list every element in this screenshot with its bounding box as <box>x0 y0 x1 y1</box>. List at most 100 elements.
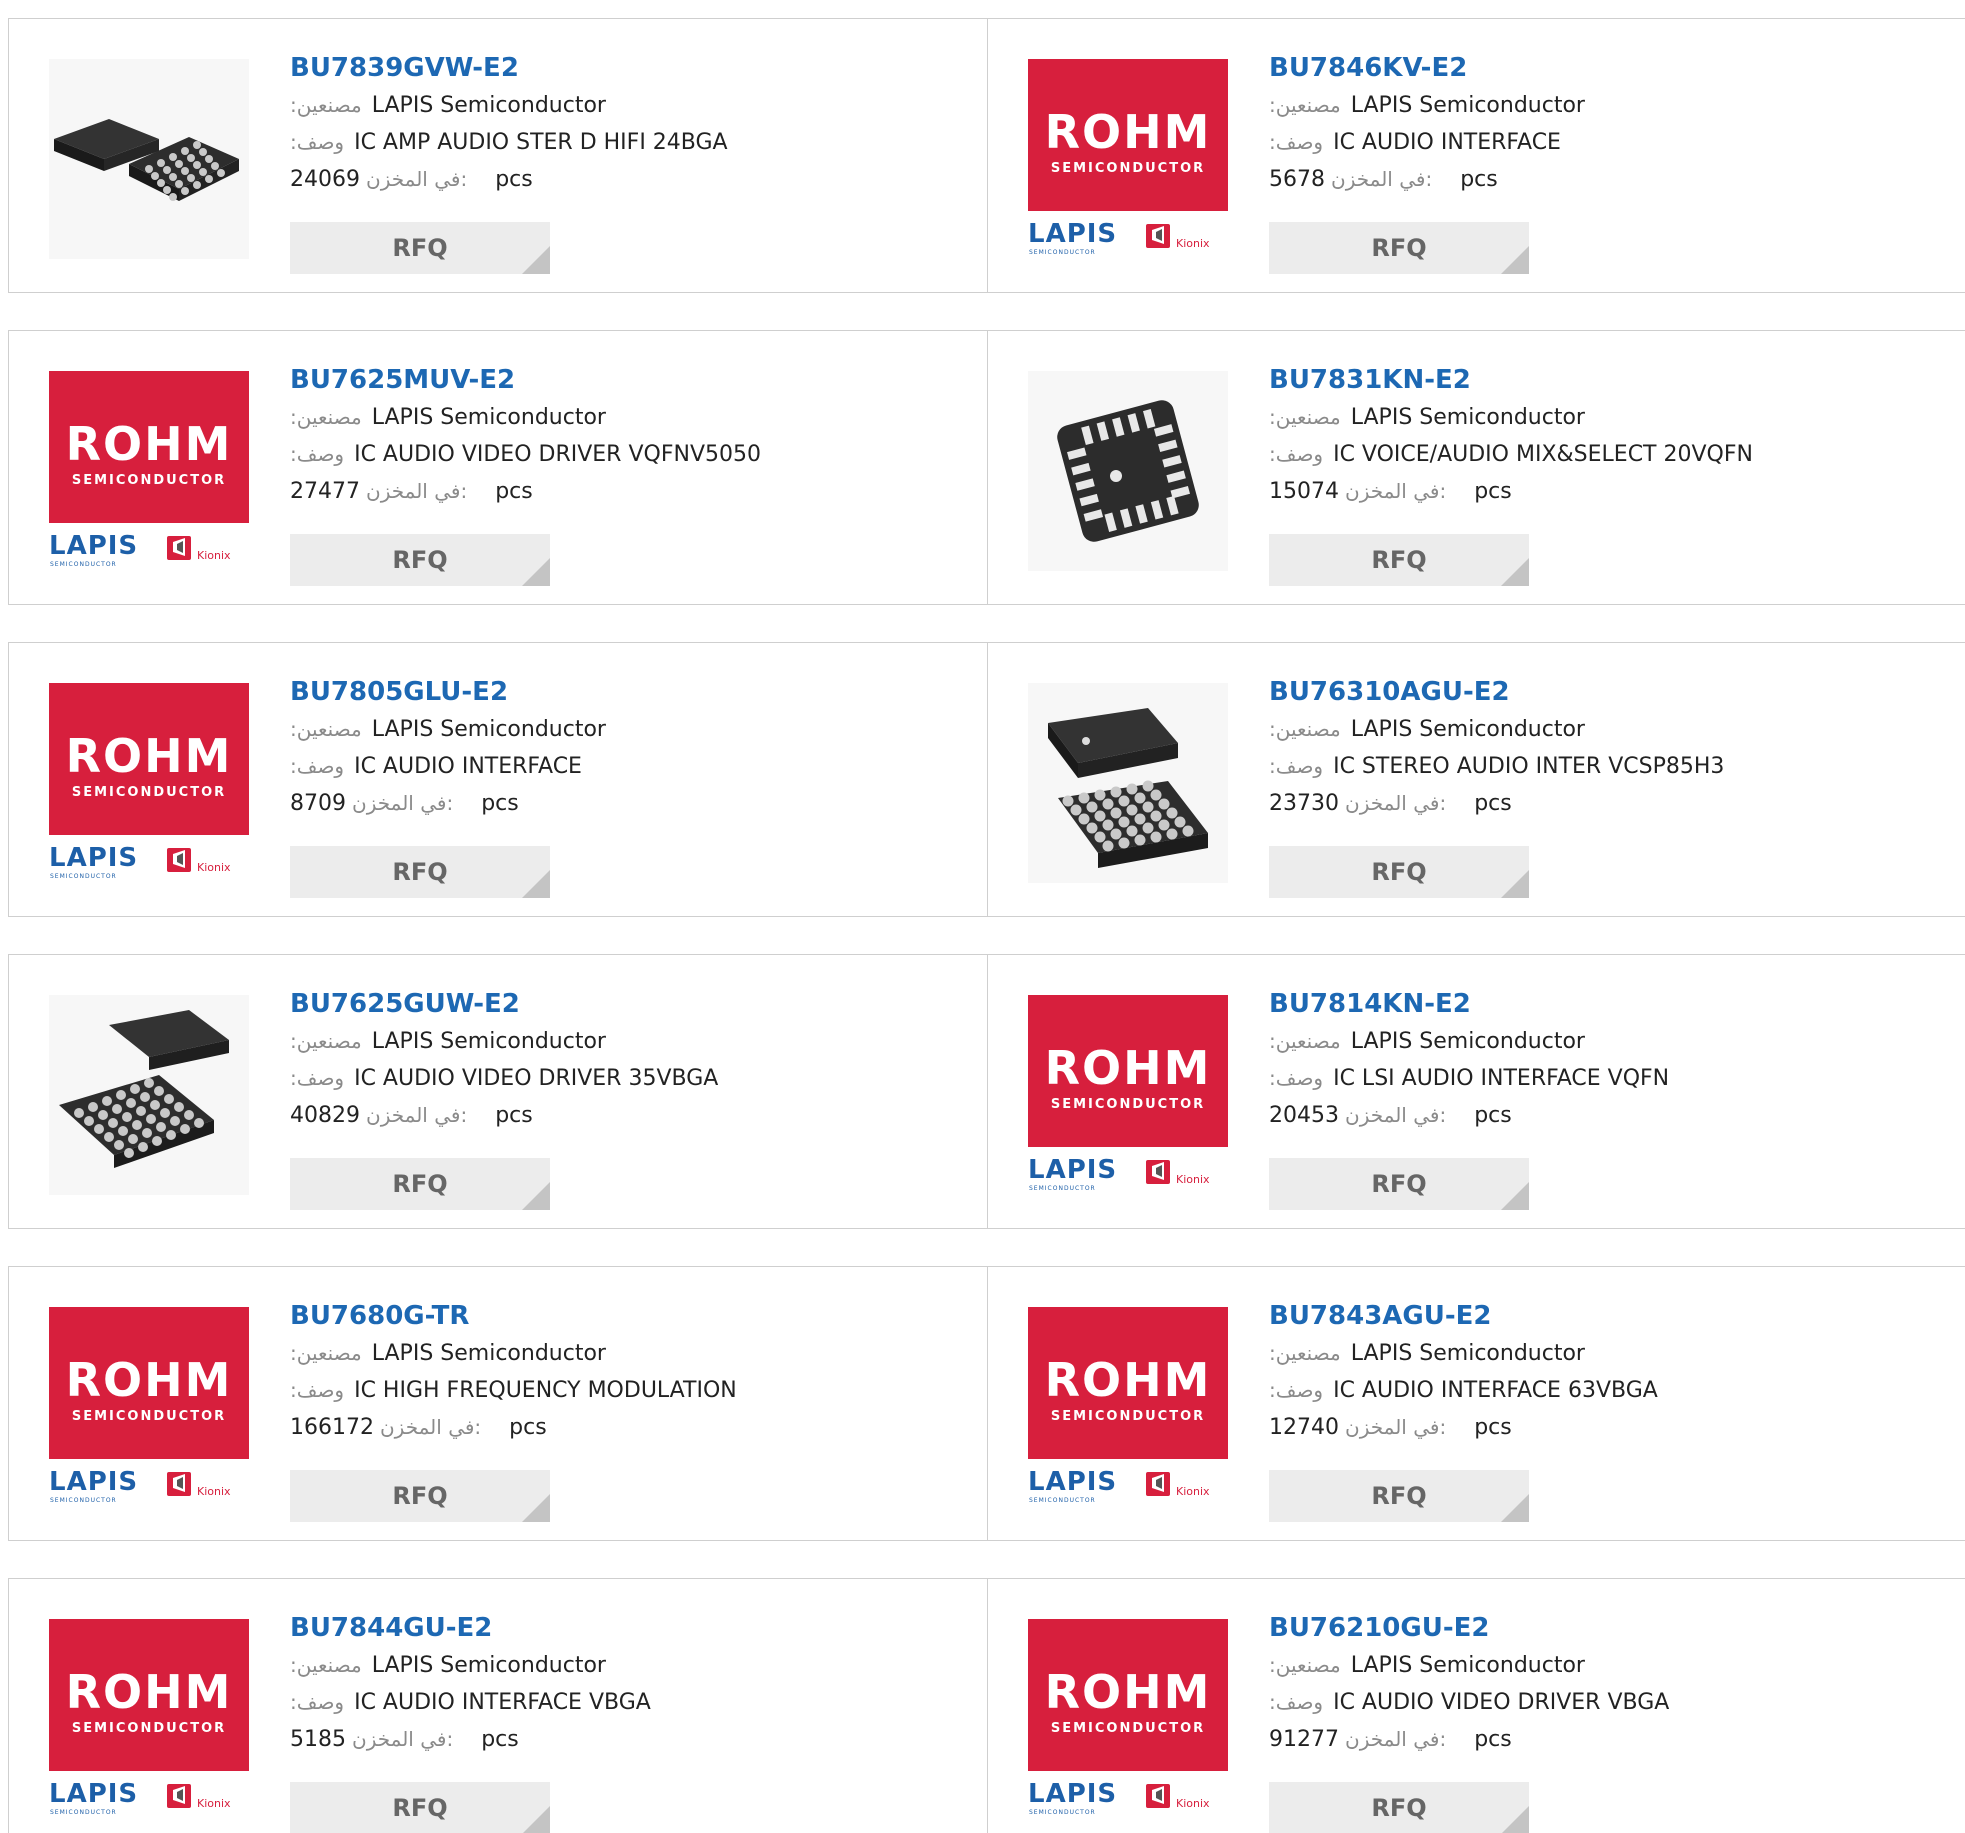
rfq-label: RFQ <box>1371 858 1427 886</box>
part-number-link[interactable]: BU7843AGU-E2 <box>1269 1297 1929 1335</box>
description-label: :وصف <box>290 754 345 778</box>
product-image[interactable]: ROHM SEMICONDUCTOR LAPIS SEMICONDUCTOR K… <box>1028 1619 1228 1819</box>
product-image[interactable] <box>1028 371 1228 571</box>
stock-value: 5678 <box>1269 167 1325 192</box>
stock-label: في المخزن: <box>352 791 454 815</box>
manufacturer-line: :مصنعين LAPIS Semiconductor <box>1269 1023 1929 1060</box>
part-number-link[interactable]: BU7831KN-E2 <box>1269 361 1929 399</box>
product-image[interactable] <box>49 995 249 1195</box>
rohm-lapis-logo: ROHM SEMICONDUCTOR LAPIS SEMICONDUCTOR K… <box>49 683 249 883</box>
rfq-button[interactable]: RFQ <box>290 222 550 274</box>
part-number-link[interactable]: BU7625MUV-E2 <box>290 361 950 399</box>
product-info: BU7680G-TR :مصنعين LAPIS Semiconductor :و… <box>290 1297 950 1446</box>
manufacturer-value: LAPIS Semiconductor <box>1350 1653 1585 1678</box>
description-line: :وصف IC VOICE/AUDIO MIX&SELECT 20VQFN <box>1269 436 1929 473</box>
rfq-label: RFQ <box>392 858 448 886</box>
product-image[interactable]: ROHM SEMICONDUCTOR LAPIS SEMICONDUCTOR K… <box>49 371 249 571</box>
rfq-button[interactable]: RFQ <box>1269 1782 1529 1833</box>
part-number-link[interactable]: BU76210GU-E2 <box>1269 1609 1929 1647</box>
product-image[interactable] <box>49 59 249 259</box>
manufacturer-label: :مصنعين <box>1269 717 1341 741</box>
manufacturer-label: :مصنعين <box>290 1029 362 1053</box>
product-image[interactable]: ROHM SEMICONDUCTOR LAPIS SEMICONDUCTOR K… <box>49 1307 249 1507</box>
part-number-link[interactable]: BU7625GUW-E2 <box>290 985 950 1023</box>
rfq-button[interactable]: RFQ <box>290 1470 550 1522</box>
rfq-label: RFQ <box>1371 1794 1427 1822</box>
manufacturer-label: :مصنعين <box>290 405 362 429</box>
rfq-corner-decoration <box>522 870 550 898</box>
part-number-link[interactable]: BU7814KN-E2 <box>1269 985 1929 1023</box>
product-info: BU7844GU-E2 :مصنعين LAPIS Semiconductor :… <box>290 1609 950 1758</box>
manufacturer-label: :مصنعين <box>290 1653 362 1677</box>
description-value: IC AUDIO INTERFACE <box>1333 130 1561 155</box>
rohm-lapis-logo: ROHM SEMICONDUCTOR LAPIS SEMICONDUCTOR K… <box>49 1619 249 1819</box>
rfq-button[interactable]: RFQ <box>290 534 550 586</box>
product-image[interactable]: ROHM SEMICONDUCTOR LAPIS SEMICONDUCTOR K… <box>1028 59 1228 259</box>
stock-line: 24069 في المخزن: pcs <box>290 161 950 198</box>
description-value: IC AMP AUDIO STER D HIFI 24BGA <box>354 130 728 155</box>
description-label: :وصف <box>290 442 345 466</box>
manufacturer-line: :مصنعين LAPIS Semiconductor <box>1269 87 1929 124</box>
stock-line: 40829 في المخزن: pcs <box>290 1097 950 1134</box>
stock-unit: pcs <box>509 1415 547 1440</box>
rfq-button[interactable]: RFQ <box>290 1158 550 1210</box>
rfq-corner-decoration <box>1501 1182 1529 1210</box>
stock-value: 20453 <box>1269 1103 1339 1128</box>
stock-label: في المخزن: <box>366 479 468 503</box>
product-image[interactable] <box>1028 683 1228 883</box>
description-value: IC HIGH FREQUENCY MODULATION <box>354 1378 737 1403</box>
manufacturer-line: :مصنعين LAPIS Semiconductor <box>290 87 950 124</box>
manufacturer-label: :مصنعين <box>1269 405 1341 429</box>
rfq-button[interactable]: RFQ <box>1269 1470 1529 1522</box>
stock-label: في المخزن: <box>1345 791 1447 815</box>
rfq-button[interactable]: RFQ <box>1269 1158 1529 1210</box>
product-info: BU7831KN-E2 :مصنعين LAPIS Semiconductor :… <box>1269 361 1929 510</box>
stock-label: في المخزن: <box>379 1415 482 1439</box>
manufacturer-label: :مصنعين <box>1269 1653 1341 1677</box>
product-image[interactable]: ROHM SEMICONDUCTOR LAPIS SEMICONDUCTOR K… <box>1028 995 1228 1195</box>
part-number-link[interactable]: BU7680G-TR <box>290 1297 950 1335</box>
product-info: BU7625MUV-E2 :مصنعين LAPIS Semiconductor … <box>290 361 950 510</box>
manufacturer-label: :مصنعين <box>1269 1341 1341 1365</box>
part-number-link[interactable]: BU76310AGU-E2 <box>1269 673 1929 711</box>
manufacturer-label: :مصنعين <box>290 93 362 117</box>
description-line: :وصف IC LSI AUDIO INTERFACE VQFN <box>1269 1060 1929 1097</box>
description-label: :وصف <box>290 130 345 154</box>
rohm-lapis-logo: ROHM SEMICONDUCTOR LAPIS SEMICONDUCTOR K… <box>1028 1619 1228 1819</box>
stock-value: 24069 <box>290 167 360 192</box>
stock-unit: pcs <box>1474 479 1512 504</box>
rfq-label: RFQ <box>392 1482 448 1510</box>
stock-unit: pcs <box>481 1727 519 1752</box>
description-value: IC AUDIO INTERFACE <box>354 754 582 779</box>
stock-unit: pcs <box>1474 1727 1512 1752</box>
manufacturer-line: :مصنعين LAPIS Semiconductor <box>290 1647 950 1684</box>
manufacturer-label: :مصنعين <box>1269 93 1341 117</box>
rfq-corner-decoration <box>1501 558 1529 586</box>
rfq-corner-decoration <box>522 1182 550 1210</box>
product-row: ROHM SEMICONDUCTOR LAPIS SEMICONDUCTOR K… <box>8 1266 1965 1541</box>
description-label: :وصف <box>1269 754 1324 778</box>
part-number-link[interactable]: BU7805GLU-E2 <box>290 673 950 711</box>
stock-value: 27477 <box>290 479 360 504</box>
part-number-link[interactable]: BU7844GU-E2 <box>290 1609 950 1647</box>
manufacturer-value: LAPIS Semiconductor <box>1350 93 1585 118</box>
manufacturer-value: LAPIS Semiconductor <box>371 405 606 430</box>
stock-line: 15074 في المخزن: pcs <box>1269 473 1929 510</box>
product-image[interactable]: ROHM SEMICONDUCTOR LAPIS SEMICONDUCTOR K… <box>1028 1307 1228 1507</box>
product-image[interactable]: ROHM SEMICONDUCTOR LAPIS SEMICONDUCTOR K… <box>49 683 249 883</box>
rfq-button[interactable]: RFQ <box>1269 222 1529 274</box>
rfq-button[interactable]: RFQ <box>290 1782 550 1833</box>
description-label: :وصف <box>1269 442 1324 466</box>
description-label: :وصف <box>1269 1378 1324 1402</box>
rohm-lapis-logo: ROHM SEMICONDUCTOR LAPIS SEMICONDUCTOR K… <box>1028 995 1228 1195</box>
stock-line: 23730 في المخزن: pcs <box>1269 785 1929 822</box>
product-card: BU7831KN-E2 :مصنعين LAPIS Semiconductor :… <box>988 331 1965 604</box>
rfq-button[interactable]: RFQ <box>290 846 550 898</box>
rfq-button[interactable]: RFQ <box>1269 846 1529 898</box>
rfq-button[interactable]: RFQ <box>1269 534 1529 586</box>
part-number-link[interactable]: BU7839GVW-E2 <box>290 49 950 87</box>
stock-value: 8709 <box>290 791 346 816</box>
part-number-link[interactable]: BU7846KV-E2 <box>1269 49 1929 87</box>
rfq-label: RFQ <box>392 546 448 574</box>
product-image[interactable]: ROHM SEMICONDUCTOR LAPIS SEMICONDUCTOR K… <box>49 1619 249 1819</box>
